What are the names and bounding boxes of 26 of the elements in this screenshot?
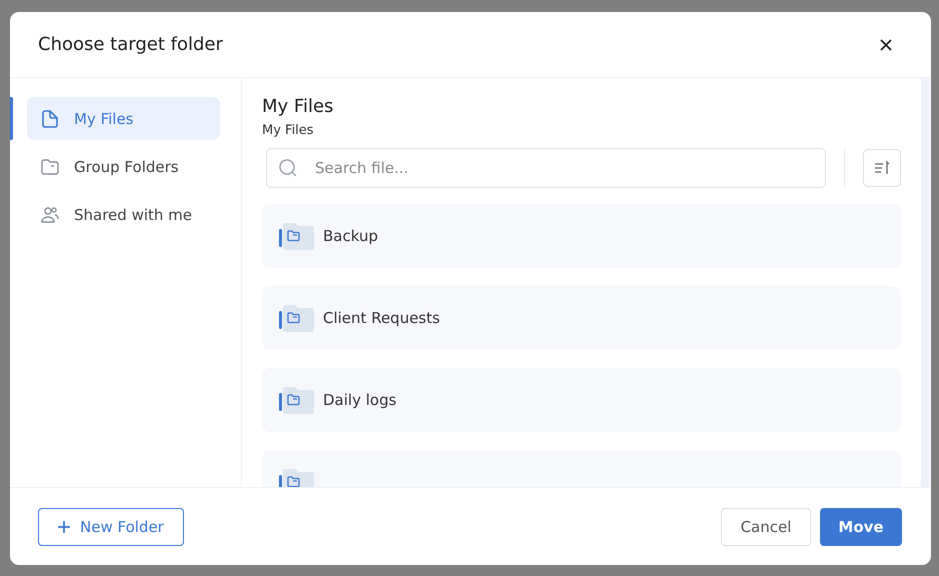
breadcrumb: My Files (262, 123, 315, 138)
sidebar-item[interactable]: Group Folders (27, 145, 220, 188)
people-icon (40, 204, 60, 224)
folder-icon (279, 386, 315, 414)
file-icon (40, 108, 60, 128)
dialog-title: Choose target folder (38, 34, 223, 55)
scrollbar[interactable] (921, 78, 930, 487)
search-icon (278, 158, 298, 178)
sidebar-item[interactable]: My Files (27, 97, 220, 140)
folder-row[interactable]: Daily logs (262, 368, 901, 432)
cancel-button[interactable]: Cancel (721, 508, 811, 546)
sidebar-item[interactable]: Shared with me (27, 193, 220, 236)
new-folder-button[interactable]: New Folder (38, 508, 184, 546)
close-icon[interactable] (879, 38, 893, 52)
sort-icon (873, 159, 891, 177)
plus-icon (58, 520, 70, 532)
section-title: My Files (262, 96, 334, 117)
folder-icon (279, 304, 315, 332)
folder-icon (40, 156, 60, 176)
search-field[interactable]: Search file... (266, 148, 826, 188)
folder-row[interactable]: Backup (262, 204, 901, 268)
folder-icon (279, 222, 315, 250)
sort-button[interactable] (863, 149, 901, 187)
folder-row[interactable]: Client Requests (262, 286, 901, 350)
selection-indicator (10, 97, 13, 140)
move-button[interactable]: Move (820, 508, 902, 546)
